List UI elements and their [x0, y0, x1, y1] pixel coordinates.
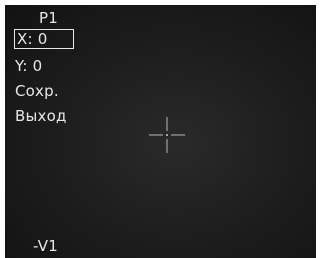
- menu-item-save[interactable]: Сохр.: [15, 82, 59, 100]
- profile-label: P1: [39, 9, 58, 27]
- menu-item-y-offset[interactable]: Y: 0: [15, 57, 42, 75]
- crosshair-icon: [149, 117, 185, 153]
- menu-item-x-offset[interactable]: X: 0: [14, 29, 74, 49]
- viewfinder-screen: P1 X: 0 Y: 0 Сохр. Выход -V1: [5, 5, 316, 258]
- menu-item-exit[interactable]: Выход: [15, 107, 67, 125]
- version-label: -V1: [33, 237, 58, 255]
